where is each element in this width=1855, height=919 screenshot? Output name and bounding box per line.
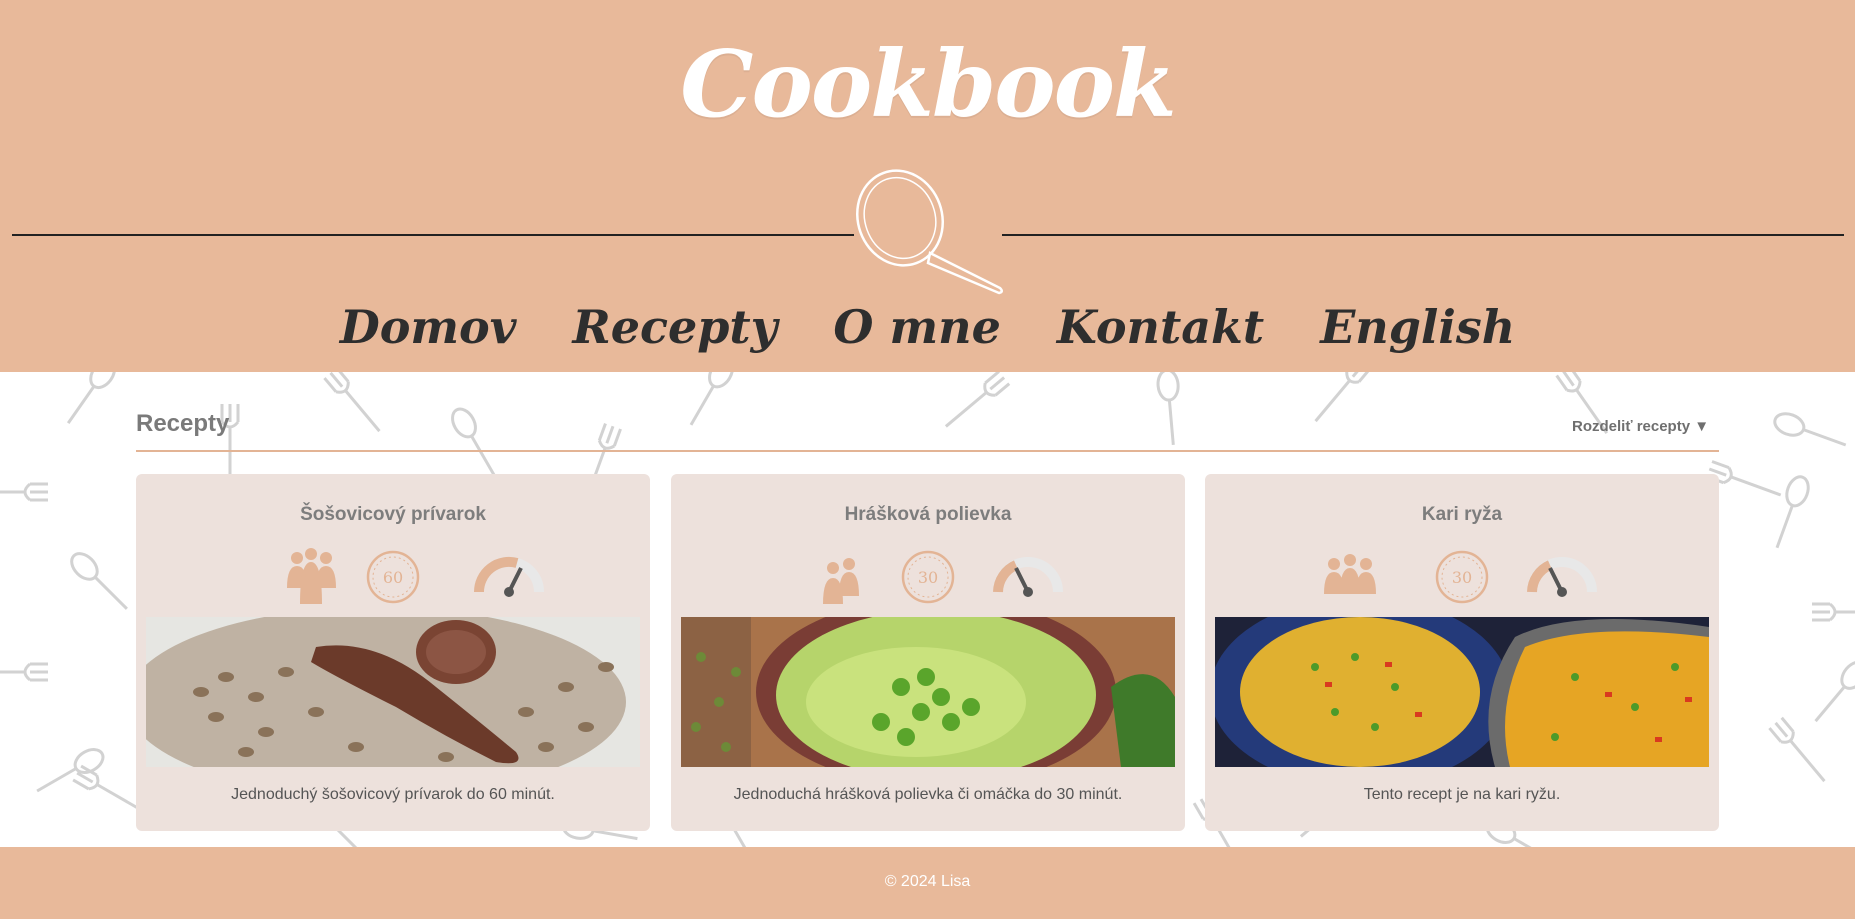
recipe-info-icons: 60 [287,548,544,604]
recipe-description: Tento recept je na kari ryžu. [1363,786,1561,803]
divider-right [1002,234,1844,236]
site-logo[interactable]: Cookbook [0,30,1855,138]
site-footer: © 2024 Lisa [0,847,1855,919]
recipe-title[interactable]: Šošovicový prívarok [136,504,650,526]
nav-item-kontakt[interactable]: Kontakt [1057,300,1264,354]
recipe-photo[interactable] [1215,617,1709,767]
recipe-card-kari-ryza[interactable]: Kari ryža 30 Tento recept je na kari ryž… [1205,474,1719,831]
split-recipes-dropdown[interactable]: Rozdeliť recepty ▼ [1572,418,1709,435]
nav-item-english[interactable]: English [1320,300,1515,354]
difficulty-gauge-icon [1527,557,1597,597]
nav-item-o-mne[interactable]: O mne [833,300,1000,354]
timer-value: 60 [383,568,403,587]
timer-value: 30 [918,568,938,587]
copyright-text: © 2024 Lisa [884,873,971,890]
recipe-photo[interactable] [146,617,640,767]
recipe-title[interactable]: Hrášková polievka [671,504,1185,526]
recipe-info-icons: 30 [1324,550,1597,604]
recipe-card-sosovicovy-privarok[interactable]: Šošovicový prívarok 60 Jednoduchý šošovi… [136,474,650,831]
people-icon [823,558,859,604]
difficulty-gauge-icon [993,557,1063,597]
timer-icon: 30 [1435,550,1489,604]
site-header: Cookbook Domov Recepty O mne Kontakt Eng… [0,0,1855,372]
recipe-photo[interactable] [681,617,1175,767]
timer-value: 30 [1452,568,1472,587]
recipe-info-icons: 30 [823,550,1063,604]
main-nav: Domov Recepty O mne Kontakt English [0,300,1855,354]
recipe-title[interactable]: Kari ryža [1205,504,1719,526]
difficulty-gauge-icon [473,556,544,597]
nav-item-domov[interactable]: Domov [340,300,517,354]
timer-icon: 30 [901,550,955,604]
section-title: Recepty [136,410,230,437]
section-divider [136,450,1719,452]
recipe-description: Jednoduchá hrášková polievka či omáčka d… [733,786,1123,803]
recipe-card-hraskova-polievka[interactable]: Hrášková polievka 30 Jednoduchá hrášková… [671,474,1185,831]
timer-icon: 60 [366,550,420,604]
divider-left [12,234,854,236]
nav-item-recepty[interactable]: Recepty [572,300,777,354]
recipe-description: Jednoduchý šošovicový prívarok do 60 min… [231,786,555,803]
people-icon [287,548,336,604]
people-icon [1324,554,1376,594]
pan-icon [856,169,1003,295]
